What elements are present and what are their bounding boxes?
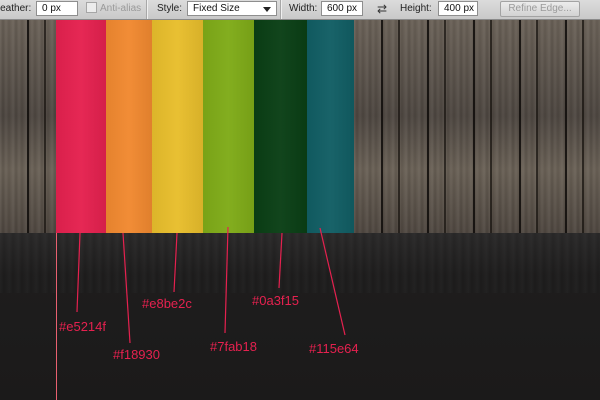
color-label: #7fab18 (210, 339, 257, 354)
color-label: #f18930 (113, 347, 160, 362)
color-label: #e8be2c (142, 296, 192, 311)
pointer-line (278, 232, 283, 289)
annotation-lines (76, 226, 346, 344)
pointer-line (319, 227, 346, 336)
color-label: #115e64 (309, 341, 359, 356)
color-label: #0a3f15 (252, 293, 299, 308)
pointer-line (173, 232, 178, 293)
pointer-line (224, 226, 229, 334)
pointer-line (122, 232, 131, 344)
color-label: #e5214f (59, 319, 106, 334)
pointer-line (76, 232, 81, 313)
